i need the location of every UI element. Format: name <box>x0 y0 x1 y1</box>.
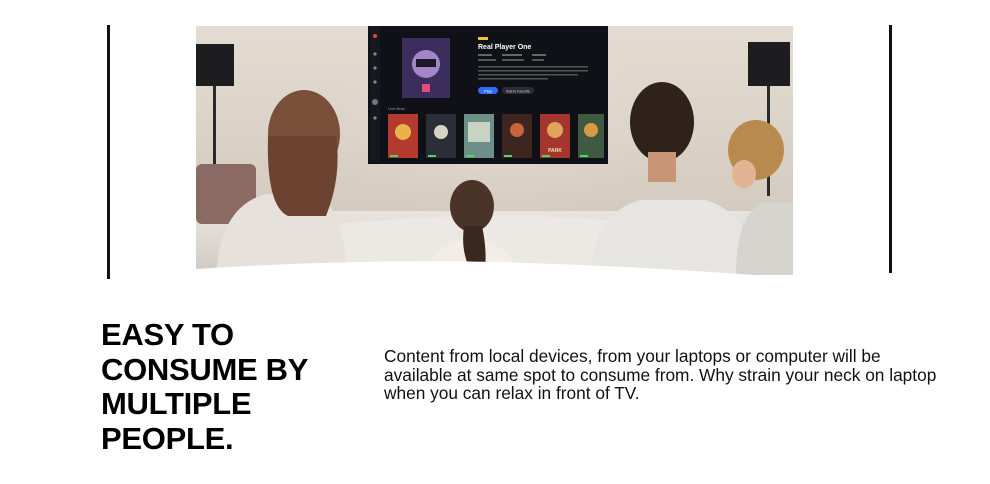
section-description: Content from local devices, from your la… <box>384 346 937 403</box>
tv-screen: Real Player One Play Add to Favorite Liv… <box>368 26 608 164</box>
tv-play-label: Play <box>484 89 492 94</box>
section-heading: EASY TO CONSUME BY MULTIPLE PEOPLE. <box>101 317 308 456</box>
tv-poster-caption: PARK <box>548 148 562 154</box>
tv-favorite-button: Add to Favorite <box>502 87 534 94</box>
tv-row-title: Live Now <box>388 106 405 111</box>
tv-movie-title: Real Player One <box>478 44 531 51</box>
tv-play-button: Play <box>478 87 498 94</box>
left-divider-line <box>107 25 110 279</box>
family-watching-tv-image: Real Player One Play Add to Favorite Liv… <box>196 26 793 275</box>
tv-favorite-label: Add to Favorite <box>506 90 530 94</box>
right-divider-line <box>889 25 892 273</box>
